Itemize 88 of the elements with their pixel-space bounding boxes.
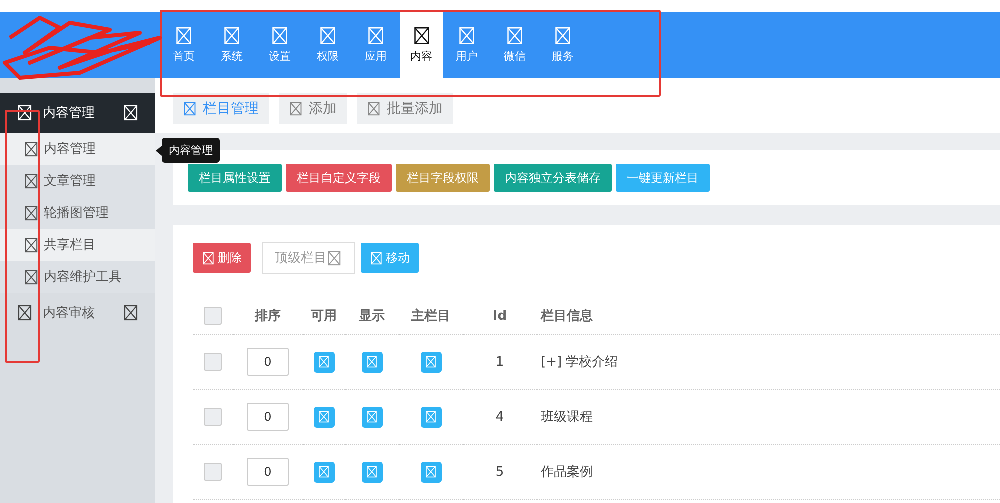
table-cell: 4 bbox=[496, 410, 504, 424]
crossed-box-icon bbox=[458, 26, 476, 44]
column-header: 可用 bbox=[311, 308, 337, 325]
crossed-box-icon bbox=[183, 102, 197, 116]
sidebar-item[interactable]: 文章管理 bbox=[0, 165, 155, 197]
toggle-button[interactable] bbox=[362, 462, 382, 482]
table-cell[interactable]: 作品案例 bbox=[541, 463, 593, 481]
action-button[interactable]: 一键更新栏目 bbox=[616, 164, 710, 192]
tab[interactable]: 添加 bbox=[279, 93, 347, 124]
delete-button[interactable]: 删除 bbox=[193, 243, 251, 273]
crossed-box-icon bbox=[425, 466, 437, 478]
crossed-box-icon bbox=[289, 102, 303, 116]
sidebar-item[interactable]: 内容管理 bbox=[0, 133, 155, 165]
crossed-box-icon bbox=[318, 356, 330, 368]
crossed-box-icon bbox=[425, 411, 437, 423]
toggle-button[interactable] bbox=[314, 406, 334, 428]
sort-field[interactable]: 0 bbox=[247, 348, 289, 376]
nav-tab[interactable]: 用户 bbox=[443, 12, 491, 78]
crossed-box-icon bbox=[366, 356, 378, 368]
nav-tab[interactable]: 微信 bbox=[491, 12, 539, 78]
checkbox[interactable] bbox=[204, 353, 222, 371]
crossed-box-icon bbox=[425, 356, 437, 368]
crossed-box-icon bbox=[318, 411, 330, 423]
parent-select[interactable]: 顶级栏目 bbox=[262, 242, 355, 274]
tab[interactable]: 批量添加 bbox=[357, 93, 453, 124]
crossed-box-icon bbox=[123, 305, 139, 321]
sort-field[interactable]: 0 bbox=[247, 458, 289, 486]
sidebar-item[interactable]: 内容维护工具 bbox=[0, 261, 155, 293]
crossed-box-icon bbox=[367, 26, 385, 44]
column-header: 栏目信息 bbox=[541, 308, 593, 325]
nav-tab[interactable]: 设置 bbox=[256, 12, 304, 78]
crossed-box-icon bbox=[412, 26, 430, 44]
tab[interactable]: 栏目管理 bbox=[173, 93, 269, 124]
action-button[interactable]: 栏目属性设置 bbox=[188, 164, 282, 192]
nav-tab[interactable]: 服务 bbox=[539, 12, 587, 78]
crossed-box-icon bbox=[24, 206, 39, 220]
action-button[interactable]: 栏目自定义字段 bbox=[286, 164, 392, 192]
nav-tab[interactable]: 系统 bbox=[208, 12, 256, 78]
column-header: 显示 bbox=[359, 308, 385, 325]
toggle-button[interactable] bbox=[314, 462, 334, 482]
crossed-box-icon bbox=[223, 26, 241, 44]
toggle-button[interactable] bbox=[314, 352, 334, 372]
nav-tab[interactable]: 权限 bbox=[304, 12, 352, 78]
crossed-box-icon bbox=[123, 105, 139, 121]
crossed-box-icon bbox=[327, 250, 342, 266]
table-cell: 5 bbox=[496, 464, 504, 480]
tooltip: 内容管理 bbox=[156, 138, 220, 163]
table-cell[interactable]: 班级课程 bbox=[541, 408, 593, 426]
nav-tab[interactable]: 应用 bbox=[352, 12, 400, 78]
column-header: 主栏目 bbox=[412, 308, 450, 325]
toggle-button[interactable] bbox=[362, 406, 382, 428]
toggle-button[interactable] bbox=[362, 352, 382, 372]
sidebar-item[interactable]: 共享栏目 bbox=[0, 229, 155, 261]
action-button[interactable]: 栏目字段权限 bbox=[396, 164, 490, 192]
crossed-box-icon bbox=[554, 26, 572, 44]
table-cell[interactable]: [+] 学校介绍 bbox=[541, 353, 618, 371]
column-header: 排序 bbox=[255, 308, 281, 325]
table-cell: 1 bbox=[496, 354, 504, 370]
crossed-box-icon bbox=[24, 238, 39, 252]
crossed-box-icon bbox=[366, 411, 378, 423]
toggle-button[interactable] bbox=[420, 406, 442, 428]
move-button[interactable]: 移动 bbox=[361, 243, 419, 273]
crossed-box-icon bbox=[24, 174, 39, 188]
crossed-box-icon bbox=[17, 305, 33, 321]
sidebar-group[interactable]: 内容管理 bbox=[0, 93, 155, 133]
nav-tab[interactable]: 首页 bbox=[160, 12, 208, 78]
toggle-button[interactable] bbox=[420, 462, 442, 482]
crossed-box-icon bbox=[366, 466, 378, 478]
toggle-button[interactable] bbox=[420, 352, 442, 372]
crossed-box-icon bbox=[24, 142, 39, 156]
checkbox[interactable] bbox=[204, 307, 222, 325]
sort-field[interactable]: 0 bbox=[247, 403, 289, 431]
crossed-box-icon bbox=[370, 252, 383, 264]
crossed-box-icon bbox=[17, 105, 33, 121]
column-header: Id bbox=[492, 308, 508, 324]
crossed-box-icon bbox=[271, 26, 289, 44]
crossed-box-icon bbox=[319, 26, 337, 44]
crossed-box-icon bbox=[175, 26, 193, 44]
action-button[interactable]: 内容独立分表储存 bbox=[494, 164, 612, 192]
crossed-box-icon bbox=[24, 270, 39, 284]
checkbox[interactable] bbox=[204, 408, 222, 426]
crossed-box-icon bbox=[318, 466, 330, 478]
crossed-box-icon bbox=[367, 102, 381, 116]
checkbox[interactable] bbox=[204, 463, 222, 481]
sidebar-item[interactable]: 轮播图管理 bbox=[0, 197, 155, 229]
crossed-box-icon bbox=[202, 252, 215, 264]
nav-tab[interactable]: 内容 bbox=[400, 12, 443, 78]
crossed-box-icon bbox=[506, 26, 524, 44]
